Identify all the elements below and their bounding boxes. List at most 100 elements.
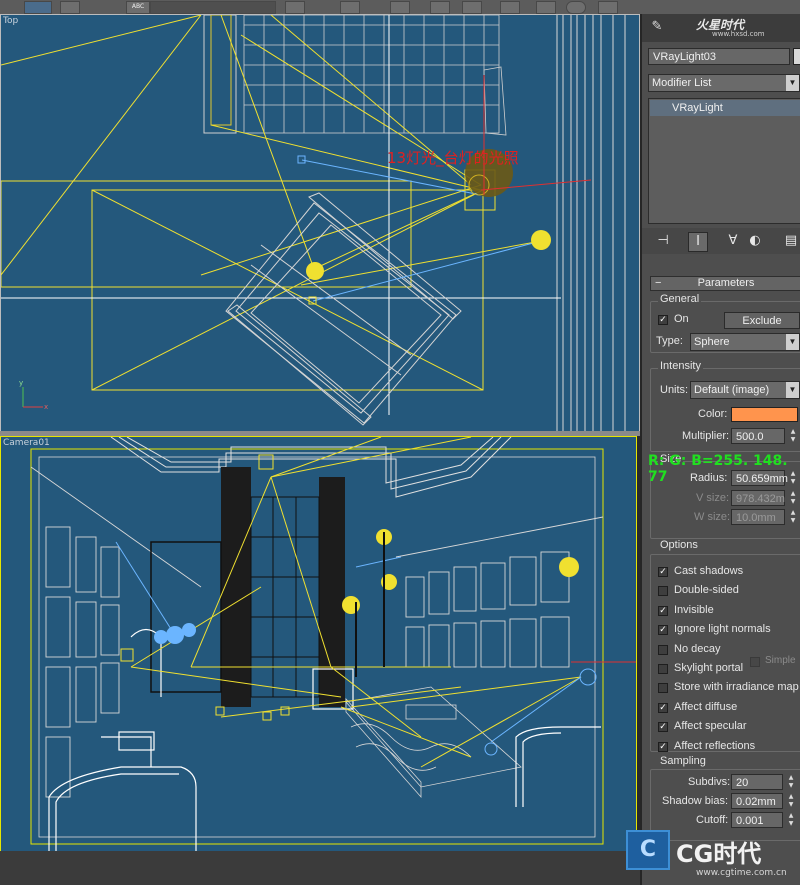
option-label: Double-sided — [674, 584, 739, 597]
exclude-button[interactable]: Exclude — [724, 312, 800, 329]
camera-viewport-wireframe — [30, 437, 636, 851]
option-checkbox[interactable]: ✓ — [658, 741, 668, 752]
option-checkbox[interactable]: ✓ — [658, 702, 668, 713]
object-color-swatch[interactable] — [793, 48, 800, 65]
multiplier-label: Multiplier: — [682, 430, 730, 442]
subdivs-spinner[interactable]: ▲ ▼ — [786, 774, 796, 790]
option-checkbox[interactable] — [658, 644, 668, 655]
bed-wireframe — [345, 686, 522, 799]
cutoff-field[interactable]: 0.001 — [731, 812, 783, 828]
create-tab-icon[interactable]: ✎ — [648, 18, 666, 36]
pin-stack-icon[interactable]: ⊣ — [654, 232, 672, 250]
simple-label: Simple — [765, 655, 796, 666]
configure-sets-icon[interactable]: ▤ — [782, 232, 800, 250]
curve-editor-button[interactable] — [390, 1, 410, 14]
shadow-bias-label: Shadow bias: — [662, 795, 729, 807]
svg-text:y: y — [19, 379, 23, 387]
quick-render-button[interactable] — [598, 1, 618, 14]
vsize-spinner[interactable]: ▲ ▼ — [788, 490, 798, 506]
shadow-bias-field[interactable]: 0.02mm — [731, 793, 783, 809]
hxsd-watermark-url: www.hxsd.com — [712, 30, 765, 38]
light-color-swatch[interactable] — [731, 407, 798, 422]
mirror-tool-button[interactable] — [285, 1, 305, 14]
move-tool-button[interactable] — [60, 1, 80, 14]
render-setup-button[interactable] — [500, 1, 520, 14]
simple-checkbox[interactable] — [750, 657, 760, 667]
status-bar — [0, 851, 640, 885]
remove-modifier-icon[interactable]: ◐ — [746, 232, 764, 250]
collapse-icon: − — [655, 277, 662, 289]
render-button[interactable] — [566, 1, 586, 14]
option-checkbox[interactable] — [658, 664, 668, 674]
multiplier-spinner[interactable]: ▲ ▼ — [788, 428, 798, 444]
top-viewport-wireframe: y x — [1, 15, 626, 431]
right-wall-panels — [395, 516, 604, 668]
command-panel: ✎ 火星时代 www.hxsd.com VRayLight03 Modifier… — [640, 14, 800, 885]
vsize-field[interactable]: 978.432m — [731, 490, 785, 506]
option-checkbox[interactable]: ✓ — [658, 567, 668, 577]
shadow-bias-spinner[interactable]: ▲ ▼ — [786, 793, 796, 809]
intensity-group-title: Intensity — [658, 360, 703, 372]
option-label: Store with irradiance map — [674, 681, 799, 694]
multiplier-field[interactable]: 500.0 — [731, 428, 785, 444]
option-checkbox[interactable]: ✓ — [658, 605, 668, 616]
chevron-down-icon: ▼ — [786, 75, 799, 91]
wsize-spinner[interactable]: ▲ ▼ — [788, 509, 798, 525]
modifier-stack: VRayLight — [648, 98, 800, 224]
option-label: Affect reflections — [674, 739, 756, 752]
on-label: On — [674, 313, 689, 325]
cgtime-logo-text: CG时代 — [676, 840, 762, 868]
bed-pattern — [243, 15, 507, 136]
type-label: Type: — [656, 335, 683, 347]
light-annotation-red: 13灯光_台灯的光照 — [387, 149, 519, 167]
option-label: Invisible — [674, 603, 714, 616]
general-group-title: General — [658, 293, 702, 305]
modifier-list-label: Modifier List — [652, 77, 712, 89]
top-viewport[interactable]: y x Top 13灯光_台灯的光照 — [0, 14, 640, 432]
units-label: Units: — [660, 384, 689, 396]
subdivs-field[interactable]: 20 — [731, 774, 783, 790]
option-checkbox[interactable] — [658, 586, 668, 597]
option-checkbox[interactable] — [658, 683, 668, 694]
cgtime-logo-url: www.cgtime.com.cn — [696, 868, 787, 878]
right-curtain — [319, 477, 345, 707]
named-selection-field[interactable] — [150, 1, 276, 14]
options-group-title: Options — [658, 539, 700, 551]
cutoff-label: Cutoff: — [696, 814, 729, 826]
left-chair-wireframe — [48, 628, 197, 851]
chevron-down-icon: ▼ — [786, 334, 799, 350]
modifier-list-dropdown[interactable]: Modifier List ▼ — [648, 74, 800, 92]
vsize-label: V size: — [696, 492, 730, 504]
option-label: Skylight portal — [674, 662, 744, 674]
schematic-view-button[interactable] — [430, 1, 450, 14]
parameters-rollout-title[interactable]: − Parameters — [650, 276, 800, 291]
select-tool-button[interactable] — [24, 1, 52, 14]
wsize-label: W size: — [694, 511, 731, 523]
show-end-result-icon[interactable]: Ι — [688, 232, 708, 252]
render-frame-button[interactable] — [536, 1, 556, 14]
on-checkbox[interactable]: ✓ — [658, 315, 668, 325]
stack-item-vraylight[interactable]: VRayLight — [650, 100, 800, 116]
cutoff-spinner[interactable]: ▲ ▼ — [786, 812, 796, 828]
option-checkbox[interactable]: ✓ — [658, 625, 668, 636]
option-checkbox[interactable]: ✓ — [658, 722, 668, 733]
option-label: Ignore light normals — [674, 623, 771, 636]
layer-tool-button[interactable] — [340, 1, 360, 14]
svg-text:x: x — [44, 403, 48, 411]
top-viewport-label[interactable]: Top — [3, 16, 18, 26]
camera-viewport-label[interactable]: Camera01 — [3, 438, 50, 448]
camera-viewport[interactable]: Camera01 — [0, 436, 637, 852]
object-name-field[interactable]: VRayLight03 — [648, 48, 790, 65]
make-unique-icon[interactable]: ∀ — [724, 232, 742, 250]
material-editor-button[interactable] — [462, 1, 482, 14]
cgtime-logo: C CG时代 www.cgtime.com.cn — [620, 828, 800, 885]
parameters-rollout-label: Parameters — [697, 277, 755, 289]
text-tool-button[interactable]: ABC — [126, 1, 150, 14]
main-toolbar: ABC — [0, 0, 800, 15]
type-dropdown[interactable]: Sphere ▼ — [690, 333, 800, 351]
color-annotation-green: R: G: B=255. 148. 77 — [648, 453, 788, 485]
type-value: Sphere — [694, 336, 730, 348]
cgtime-logo-mark: C — [626, 830, 670, 870]
units-dropdown[interactable]: Default (image) ▼ — [690, 381, 800, 399]
wsize-field[interactable]: 10.0mm — [731, 509, 785, 525]
